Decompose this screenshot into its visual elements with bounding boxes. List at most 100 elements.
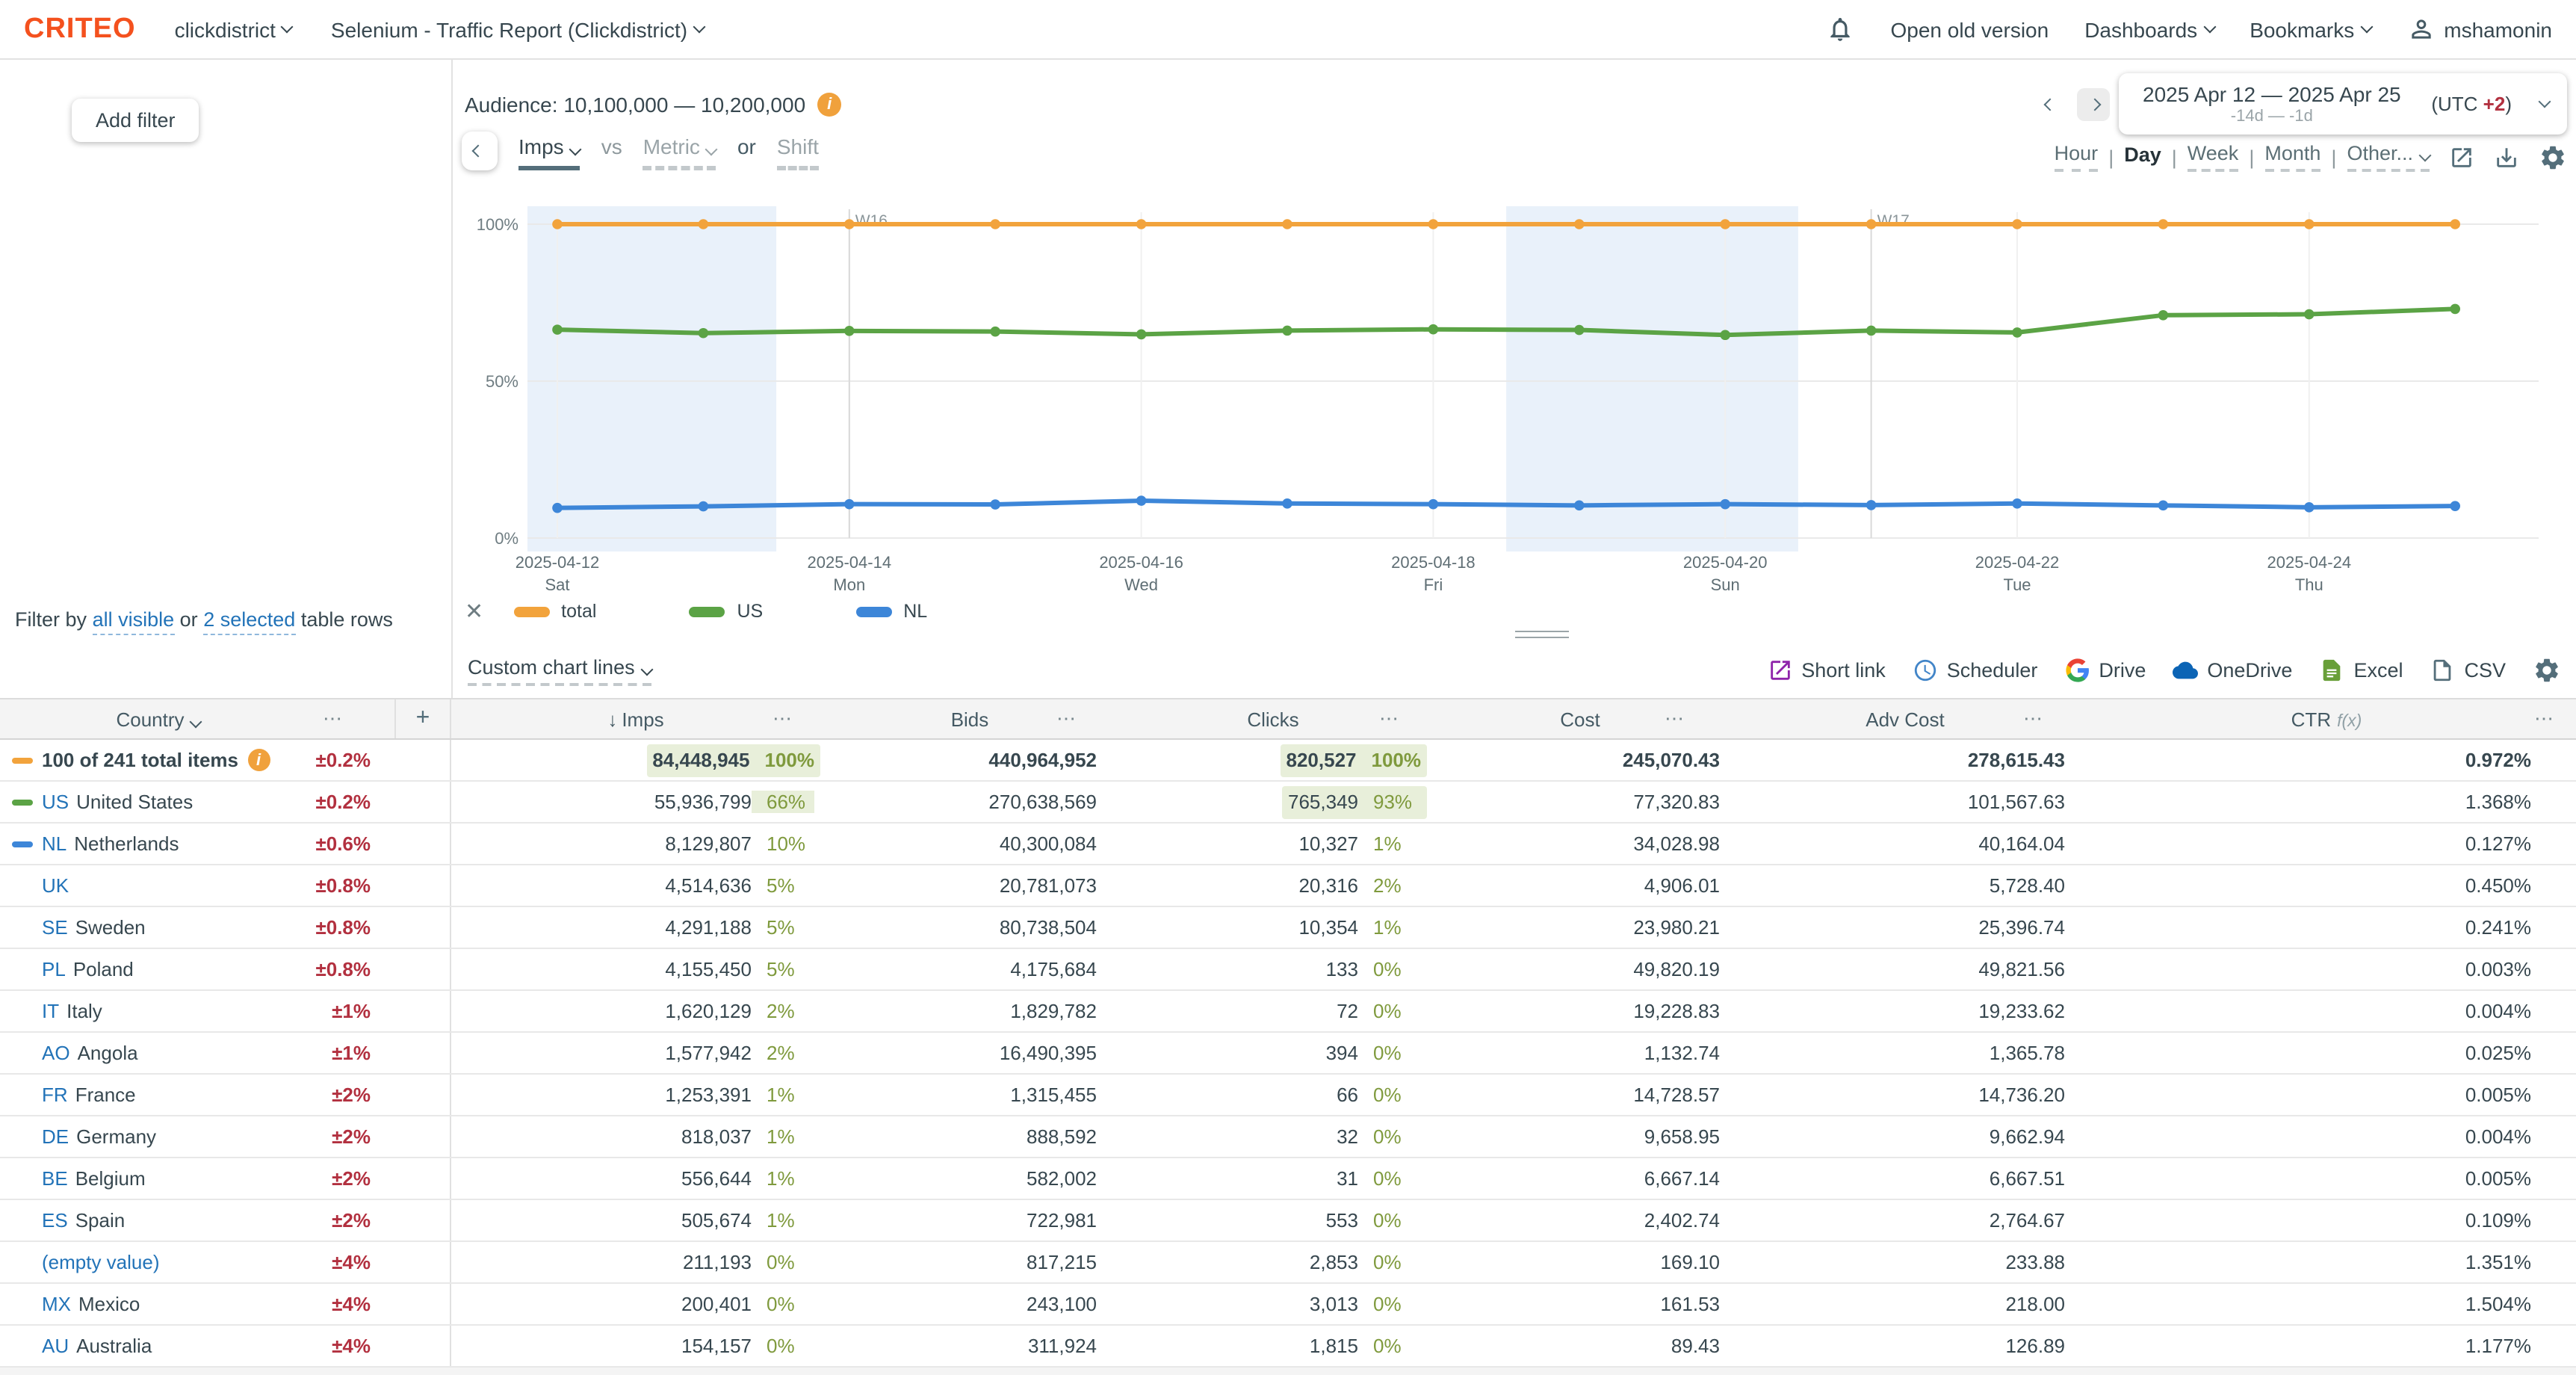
country-code[interactable]: SE bbox=[42, 916, 68, 939]
column-header-country[interactable]: Country ⋯ bbox=[0, 699, 394, 738]
cell-country[interactable]: 100 of 241 total itemsi±0.2% bbox=[0, 740, 394, 780]
short-link-button[interactable]: Short link bbox=[1767, 658, 1886, 683]
cell-country[interactable]: DEGermany±2% bbox=[0, 1116, 394, 1157]
table-row[interactable]: USUnited States±0.2%55,936,79966%270,638… bbox=[0, 782, 2576, 824]
country-code[interactable]: DE bbox=[42, 1125, 69, 1148]
shift-option[interactable]: Shift bbox=[777, 135, 819, 170]
column-options-icon[interactable]: ⋯ bbox=[1056, 707, 1077, 731]
column-options-icon[interactable]: ⋯ bbox=[323, 707, 344, 731]
country-code[interactable]: UK bbox=[42, 874, 69, 897]
cell-country[interactable]: UK±0.8% bbox=[0, 865, 394, 906]
granularity-hour[interactable]: Hour bbox=[2055, 142, 2099, 172]
table-row[interactable]: ITItaly±1%1,620,1292%1,829,782720%19,228… bbox=[0, 991, 2576, 1033]
chart-resize-handle[interactable] bbox=[1514, 631, 1568, 638]
country-code[interactable]: IT bbox=[42, 1000, 59, 1022]
column-options-icon[interactable]: ⋯ bbox=[1665, 707, 1685, 731]
custom-chart-lines-dropdown[interactable]: Custom chart lines bbox=[468, 655, 651, 685]
cell-country[interactable]: BEBelgium±2% bbox=[0, 1158, 394, 1199]
cell-country[interactable]: USUnited States±0.2% bbox=[0, 782, 394, 822]
table-row[interactable]: UK±0.8%4,514,6365%20,781,07320,3162%4,90… bbox=[0, 865, 2576, 907]
date-range-picker[interactable]: 2025 Apr 12 — 2025 Apr 25 -14d — -1d (UT… bbox=[2119, 73, 2567, 135]
all-visible-link[interactable]: all visible bbox=[93, 608, 175, 635]
granularity-other[interactable]: Other... bbox=[2347, 142, 2430, 172]
country-code[interactable]: NL bbox=[42, 832, 66, 855]
legend-item-us[interactable]: US bbox=[689, 601, 763, 622]
metric-tab-imps[interactable]: Imps bbox=[518, 135, 580, 170]
chevron-down-icon bbox=[2360, 21, 2373, 34]
legend-close-icon[interactable]: ✕ bbox=[465, 598, 483, 625]
column-header-imps[interactable]: ↓Imps ⋯ bbox=[451, 699, 820, 738]
country-code[interactable]: PL bbox=[42, 958, 66, 980]
column-options-icon[interactable]: ⋯ bbox=[2534, 707, 2555, 731]
country-code[interactable]: BE bbox=[42, 1167, 68, 1190]
excel-export-button[interactable]: Excel bbox=[2319, 658, 2403, 683]
column-header-bids[interactable]: Bids ⋯ bbox=[820, 699, 1119, 738]
report-title-dropdown[interactable]: Selenium - Traffic Report (Clickdistrict… bbox=[331, 17, 704, 41]
cell-country[interactable]: PLPoland±0.8% bbox=[0, 949, 394, 989]
info-icon[interactable]: i bbox=[247, 749, 270, 771]
cell-country[interactable]: NLNetherlands±0.6% bbox=[0, 824, 394, 864]
cell-country[interactable]: ITItaly±1% bbox=[0, 991, 394, 1031]
column-options-icon[interactable]: ⋯ bbox=[2023, 707, 2044, 731]
table-row[interactable]: MXMexico±4%200,4010%243,1003,0130%161.53… bbox=[0, 1284, 2576, 1326]
column-header-adv-cost[interactable]: Adv Cost ⋯ bbox=[1733, 699, 2077, 738]
cell-country[interactable]: SESweden±0.8% bbox=[0, 907, 394, 948]
open-in-new-icon[interactable] bbox=[2449, 144, 2474, 170]
table-row[interactable]: 100 of 241 total itemsi±0.2%84,448,94510… bbox=[0, 740, 2576, 782]
granularity-day[interactable]: Day bbox=[2124, 143, 2161, 170]
scheduler-button[interactable]: Scheduler bbox=[1913, 658, 2038, 683]
column-options-icon[interactable]: ⋯ bbox=[773, 707, 793, 731]
line-chart[interactable]: 100%50%0%2025-04-12Sat2025-04-14Mon2025-… bbox=[459, 176, 2551, 595]
account-dropdown[interactable]: clickdistrict bbox=[175, 17, 292, 41]
table-row[interactable]: ESSpain±2%505,6741%722,9815530%2,402.742… bbox=[0, 1200, 2576, 1242]
bookmarks-dropdown[interactable]: Bookmarks bbox=[2250, 17, 2371, 41]
add-column-button[interactable]: + bbox=[394, 699, 451, 738]
table-row[interactable]: FRFrance±2%1,253,3911%1,315,455660%14,72… bbox=[0, 1075, 2576, 1116]
column-header-clicks[interactable]: Clicks ⋯ bbox=[1119, 699, 1427, 738]
cell-country[interactable]: AUAustralia±4% bbox=[0, 1326, 394, 1366]
open-old-version-link[interactable]: Open old version bbox=[1891, 17, 2049, 41]
table-row[interactable]: PLPoland±0.8%4,155,4505%4,175,6841330%49… bbox=[0, 949, 2576, 991]
cell-country[interactable]: ESSpain±2% bbox=[0, 1200, 394, 1240]
table-settings-gear-icon[interactable] bbox=[2533, 656, 2561, 685]
csv-export-button[interactable]: CSV bbox=[2430, 658, 2506, 683]
info-icon[interactable]: i bbox=[817, 93, 841, 117]
table-row[interactable]: (empty value)±4%211,1930%817,2152,8530%1… bbox=[0, 1242, 2576, 1284]
chart-settings-gear-icon[interactable] bbox=[2539, 143, 2567, 171]
cell-country[interactable]: (empty value)±4% bbox=[0, 1242, 394, 1282]
drive-export-button[interactable]: Drive bbox=[2064, 658, 2146, 683]
column-header-ctr[interactable]: CTRf(x) ⋯ bbox=[2077, 699, 2576, 738]
country-code[interactable]: FR bbox=[42, 1084, 68, 1106]
add-filter-button[interactable]: Add filter bbox=[72, 99, 199, 142]
column-header-cost[interactable]: Cost ⋯ bbox=[1427, 699, 1733, 738]
country-code[interactable]: AO bbox=[42, 1042, 70, 1064]
country-code[interactable]: US bbox=[42, 791, 69, 813]
collapse-chart-button[interactable] bbox=[462, 132, 498, 170]
selected-rows-link[interactable]: 2 selected bbox=[203, 608, 295, 635]
column-options-icon[interactable]: ⋯ bbox=[1379, 707, 1400, 731]
metric-compare-dropdown[interactable]: Metric bbox=[643, 135, 716, 170]
table-row[interactable]: DEGermany±2%818,0371%888,592320%9,658.95… bbox=[0, 1116, 2576, 1158]
table-row[interactable]: AOAngola±1%1,577,9422%16,490,3953940%1,1… bbox=[0, 1033, 2576, 1075]
legend-item-total[interactable]: total bbox=[513, 601, 596, 622]
date-next-button[interactable] bbox=[2077, 87, 2110, 120]
cell-country[interactable]: FRFrance±2% bbox=[0, 1075, 394, 1115]
granularity-month[interactable]: Month bbox=[2264, 142, 2320, 172]
cell-country[interactable]: AOAngola±1% bbox=[0, 1033, 394, 1073]
cell-country[interactable]: MXMexico±4% bbox=[0, 1284, 394, 1324]
legend-item-nl[interactable]: NL bbox=[855, 601, 927, 622]
granularity-week[interactable]: Week bbox=[2188, 142, 2239, 172]
country-code[interactable]: MX bbox=[42, 1293, 71, 1315]
dashboards-dropdown[interactable]: Dashboards bbox=[2084, 17, 2214, 41]
table-row[interactable]: AUAustralia±4%154,1570%311,9241,8150%89.… bbox=[0, 1326, 2576, 1368]
download-icon[interactable] bbox=[2494, 144, 2519, 170]
user-menu[interactable]: mshamonin bbox=[2406, 15, 2552, 43]
country-code[interactable]: AU bbox=[42, 1335, 69, 1357]
table-row[interactable]: SESweden±0.8%4,291,1885%80,738,50410,354… bbox=[0, 907, 2576, 949]
bell-icon[interactable] bbox=[1827, 15, 1855, 43]
table-row[interactable]: NLNetherlands±0.6%8,129,80710%40,300,084… bbox=[0, 824, 2576, 865]
country-code[interactable]: ES bbox=[42, 1209, 68, 1232]
date-prev-button[interactable] bbox=[2035, 87, 2068, 120]
table-row[interactable]: BEBelgium±2%556,6441%582,002310%6,667.14… bbox=[0, 1158, 2576, 1200]
onedrive-export-button[interactable]: OneDrive bbox=[2173, 658, 2292, 683]
